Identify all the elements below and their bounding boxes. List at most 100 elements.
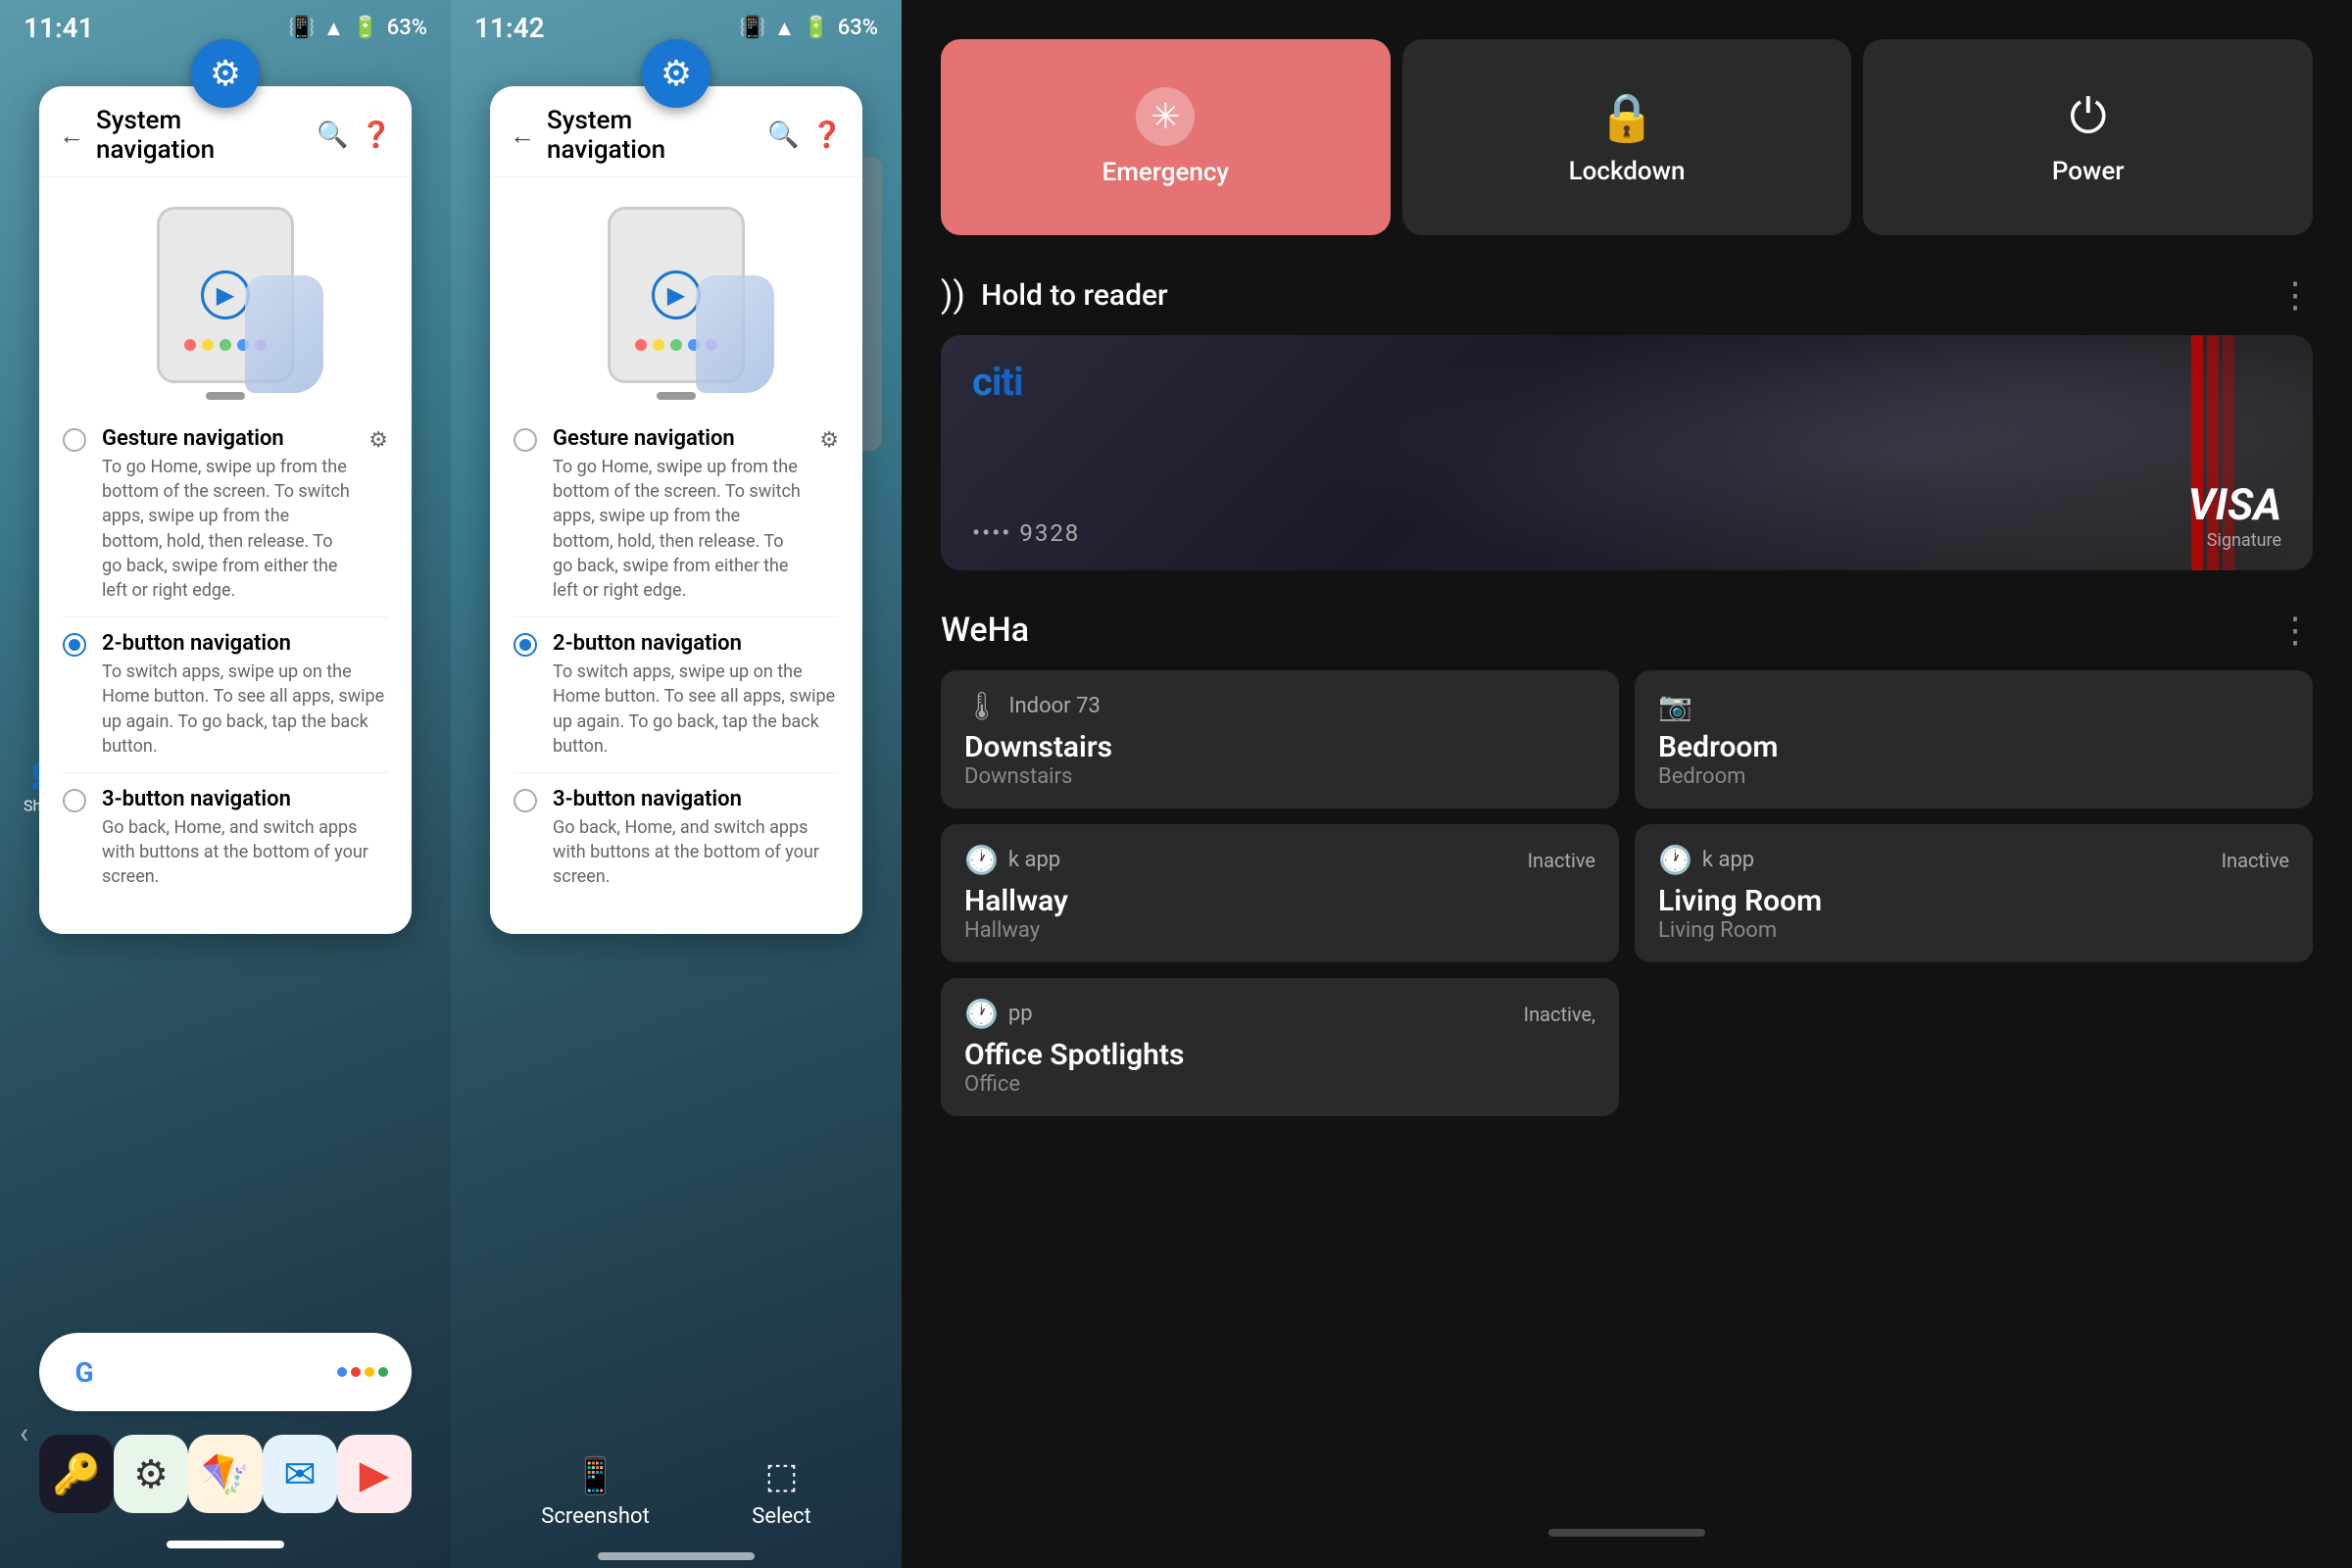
back-button-1[interactable]: ← <box>59 121 84 151</box>
three-button-option-1[interactable]: 3-button navigation Go back, Home, and s… <box>63 773 388 904</box>
dock-settings[interactable]: ⚙ <box>114 1435 188 1513</box>
dock-1password[interactable]: 🔑 <box>39 1435 114 1513</box>
dock-youtube[interactable]: ▶ <box>337 1435 412 1513</box>
three-button-radio-2[interactable] <box>514 789 537 812</box>
hand-illustration-1 <box>245 275 323 393</box>
card-title-1: System navigation <box>96 106 305 165</box>
camera-icon: 📷 <box>1658 690 1692 722</box>
panel-2: 11:42 📳 ▲ 🔋 63% ⚙ ← System navigation 🔍 … <box>451 0 902 1568</box>
power-button[interactable]: ⏻ Power <box>1863 39 2313 235</box>
citi-card[interactable]: citi •••• 9328 VISA Signature <box>941 335 2313 570</box>
home-pill-1 <box>167 1541 284 1548</box>
clock-icon-office: 🕐 <box>964 998 999 1030</box>
two-button-text-2: 2-button navigation To switch apps, swip… <box>553 631 839 759</box>
gesture-desc-2: To go Home, swipe up from the bottom of … <box>553 455 804 603</box>
tile-icon-label-downstairs: 🌡 Indoor 73 <box>964 690 1101 722</box>
two-button-option-2[interactable]: 2-button navigation To switch apps, swip… <box>514 617 839 773</box>
tile-icon-label-office: 🕐 pp <box>964 998 1033 1030</box>
nfc-title: Hold to reader <box>981 278 1168 313</box>
gesture-option-1[interactable]: Gesture navigation To go Home, swipe up … <box>63 413 388 617</box>
three-button-title-1: 3-button navigation <box>102 787 388 811</box>
help-icon-2[interactable]: ❓ <box>811 121 843 150</box>
emergency-button[interactable]: ✳ Emergency <box>941 39 1391 235</box>
google-logo: G <box>63 1350 106 1394</box>
two-button-title-1: 2-button navigation <box>102 631 388 656</box>
three-button-text-1: 3-button navigation Go back, Home, and s… <box>102 787 388 890</box>
screenshot-label: Screenshot <box>541 1504 650 1529</box>
tile-downstairs[interactable]: 🌡 Indoor 73 Downstairs Downstairs <box>941 670 1619 808</box>
tile-subtitle-living-room: Living Room <box>1658 918 2289 943</box>
power-icon: ⏻ <box>2070 88 2107 145</box>
mic-dot-green <box>378 1367 388 1377</box>
select-label: Select <box>752 1504 810 1529</box>
three-button-radio-1[interactable] <box>63 789 86 812</box>
vibrate-icon-2: 📳 <box>739 16 765 40</box>
radio-inner-2 <box>519 639 531 651</box>
two-button-text-1: 2-button navigation To switch apps, swip… <box>102 631 388 759</box>
tile-name-bedroom: Bedroom <box>1658 730 2289 764</box>
tile-status-office: Inactive, <box>1524 1003 1595 1026</box>
nav-options-1: Gesture navigation To go Home, swipe up … <box>39 413 412 903</box>
three-button-title-2: 3-button navigation <box>553 787 839 811</box>
dot-3-p2 <box>670 339 682 351</box>
dock-outlook[interactable]: ✉ <box>263 1435 337 1513</box>
dot-2 <box>202 339 214 351</box>
lockdown-button[interactable]: 🔒 Lockdown <box>1402 39 1852 235</box>
nav-illustration-2: ▶ <box>578 197 774 393</box>
tile-icon-label-living-room: 🕐 k app <box>1658 844 1754 876</box>
tile-status-living-room: Inactive <box>2222 849 2289 872</box>
gesture-gear-1[interactable]: ⚙ <box>368 428 388 453</box>
search-icon-1[interactable]: 🔍 <box>317 121 348 150</box>
tile-office-spotlights[interactable]: 🕐 pp Inactive, Office Spotlights Office <box>941 978 1619 1116</box>
clock-icon-living-room: 🕐 <box>1658 844 1692 876</box>
tile-name-hallway: Hallway <box>964 884 1595 918</box>
search-icon-2[interactable]: 🔍 <box>767 121 799 150</box>
gesture-radio-2[interactable] <box>514 428 537 452</box>
emergency-label: Emergency <box>1102 158 1230 187</box>
weha-more-button[interactable]: ⋮ <box>2278 610 2313 651</box>
tile-app-label-hallway: k app <box>1008 848 1060 872</box>
gesture-radio-1[interactable] <box>63 428 86 452</box>
screenshot-button[interactable]: 📱 Screenshot <box>541 1455 650 1529</box>
panel-1: 11:41 📳 ▲ 🔋 63% 👥 Sharing ⚙ ← System nav… <box>0 0 451 1568</box>
tile-living-room[interactable]: 🕐 k app Inactive Living Room Living Room <box>1635 824 2313 962</box>
two-button-option-1[interactable]: 2-button navigation To switch apps, swip… <box>63 617 388 773</box>
nfc-icon: )) <box>941 274 965 316</box>
chevron-left-icon[interactable]: ‹ <box>20 1416 28 1450</box>
nfc-more-button[interactable]: ⋮ <box>2278 274 2313 316</box>
time-1: 11:41 <box>24 12 94 44</box>
emergency-icon: ✳ <box>1136 87 1195 146</box>
system-nav-card-2: ← System navigation 🔍 ❓ ▶ <box>490 86 862 934</box>
select-button[interactable]: ⬚ Select <box>752 1455 810 1529</box>
tile-name-office: Office Spotlights <box>964 1038 1595 1072</box>
gesture-gear-2[interactable]: ⚙ <box>819 428 839 453</box>
citi-logo: citi <box>972 359 1023 405</box>
two-button-radio-1[interactable] <box>63 633 86 657</box>
bottom-action-bar: 📱 Screenshot ⬚ Select <box>451 1455 902 1529</box>
google-search-bar[interactable]: G <box>39 1333 412 1411</box>
two-button-radio-2[interactable] <box>514 633 537 657</box>
dot-1 <box>184 339 196 351</box>
gesture-option-2[interactable]: Gesture navigation To go Home, swipe up … <box>514 413 839 617</box>
play-button-2[interactable]: ▶ <box>652 270 701 319</box>
battery-icon: 🔋 <box>352 16 378 40</box>
power-menu: ✳ Emergency 🔒 Lockdown ⏻ Power <box>902 0 2352 255</box>
three-button-desc-2: Go back, Home, and switch apps with butt… <box>553 815 839 890</box>
two-button-desc-1: To switch apps, swipe up on the Home but… <box>102 660 388 759</box>
nav-illustration-1: ▶ <box>127 197 323 393</box>
play-button-1[interactable]: ▶ <box>201 270 250 319</box>
three-button-option-2[interactable]: 3-button navigation Go back, Home, and s… <box>514 773 839 904</box>
battery-pct-1: 63% <box>387 16 427 40</box>
tile-hallway[interactable]: 🕐 k app Inactive Hallway Hallway <box>941 824 1619 962</box>
back-button-2[interactable]: ← <box>510 121 535 151</box>
dock-photos[interactable]: 🪁 <box>188 1435 263 1513</box>
help-icon-1[interactable]: ❓ <box>361 121 392 150</box>
visa-type: Signature <box>2188 530 2281 551</box>
google-mic-dots <box>337 1367 388 1377</box>
visa-logo: VISA <box>2188 479 2281 530</box>
tile-bedroom[interactable]: 📷 Bedroom Bedroom <box>1635 670 2313 808</box>
gesture-desc-1: To go Home, swipe up from the bottom of … <box>102 455 353 603</box>
weha-section: WeHa ⋮ 🌡 Indoor 73 Downstairs Downstairs <box>902 590 2352 1136</box>
card-title-2: System navigation <box>547 106 756 165</box>
tile-icon-label-hallway: 🕐 k app <box>964 844 1060 876</box>
